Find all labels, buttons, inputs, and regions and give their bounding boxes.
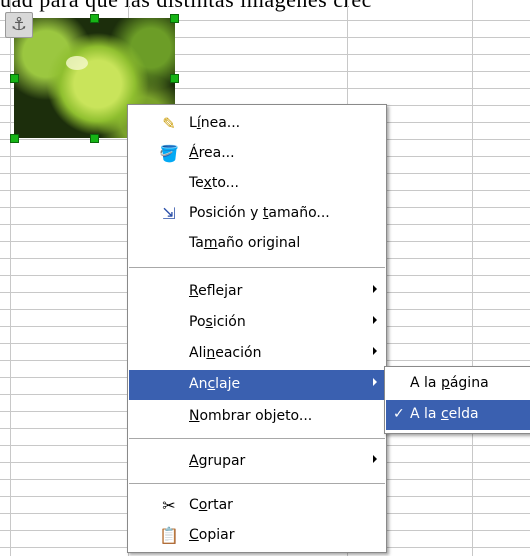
anchor-icon[interactable]: ⚓ bbox=[5, 12, 33, 38]
menu-item-label: Nombrar objeto... bbox=[189, 408, 313, 424]
menu-item-label: Tamaño original bbox=[189, 235, 301, 251]
submenu-item-a-la-pagina[interactable]: A la página bbox=[386, 369, 530, 399]
menu-item-label: Anclaje bbox=[189, 376, 241, 392]
position-size-icon: ⇲ bbox=[162, 204, 176, 223]
menu-item-posicion-tamano[interactable]: ⇲ Posición y tamaño... bbox=[129, 199, 385, 229]
menu-item-anclaje[interactable]: Anclaje bbox=[129, 370, 385, 400]
menu-item-nombrar-objeto[interactable]: Nombrar objeto... bbox=[129, 402, 385, 432]
resize-handle-top[interactable] bbox=[90, 14, 99, 23]
scissors-icon: ✂ bbox=[162, 496, 176, 515]
anchor-submenu: A la página ✓ A la celda bbox=[384, 366, 530, 434]
submenu-arrow-icon bbox=[373, 347, 377, 355]
submenu-arrow-icon bbox=[373, 316, 377, 324]
resize-handle-left[interactable] bbox=[10, 74, 19, 83]
resize-handle-top-right[interactable] bbox=[170, 14, 179, 23]
grid-line bbox=[10, 0, 11, 556]
menu-item-label: Reflejar bbox=[189, 283, 243, 299]
menu-item-reflejar[interactable]: Reflejar bbox=[129, 277, 385, 307]
grid-line bbox=[472, 0, 473, 556]
menu-item-agrupar[interactable]: Agrupar bbox=[129, 447, 385, 477]
submenu-item-a-la-celda[interactable]: ✓ A la celda bbox=[386, 400, 530, 430]
line-pen-icon: ✎ bbox=[162, 114, 176, 133]
menu-item-label: Área... bbox=[189, 145, 235, 161]
menu-item-label: Copiar bbox=[189, 527, 235, 543]
menu-item-label: Alineación bbox=[189, 345, 262, 361]
menu-item-linea[interactable]: ✎ Línea... bbox=[129, 109, 385, 139]
menu-item-texto[interactable]: Texto... bbox=[129, 169, 385, 199]
context-menu: ✎ Línea... 🪣 Área... Texto... ⇲ Posición… bbox=[127, 104, 387, 553]
resize-handle-bottom[interactable] bbox=[90, 134, 99, 143]
resize-handle-right[interactable] bbox=[170, 74, 179, 83]
menu-item-area[interactable]: 🪣 Área... bbox=[129, 139, 385, 169]
menu-item-label: Cortar bbox=[189, 497, 233, 513]
submenu-item-label: A la celda bbox=[410, 406, 479, 422]
menu-separator bbox=[129, 267, 385, 268]
menu-separator bbox=[129, 483, 385, 484]
menu-item-label: Texto... bbox=[189, 175, 240, 191]
copy-icon: 📋 bbox=[159, 526, 179, 545]
apple-highlight bbox=[66, 56, 88, 70]
submenu-item-label: A la página bbox=[410, 375, 489, 391]
menu-separator bbox=[129, 438, 385, 439]
check-icon: ✓ bbox=[393, 406, 405, 422]
menu-item-alineacion[interactable]: Alineación bbox=[129, 339, 385, 369]
menu-item-label: Agrupar bbox=[189, 453, 246, 469]
submenu-arrow-icon bbox=[373, 378, 377, 386]
paint-bucket-icon: 🪣 bbox=[159, 144, 179, 163]
menu-item-label: Posición bbox=[189, 314, 246, 330]
menu-item-tamano-original[interactable]: Tamaño original bbox=[129, 229, 385, 259]
submenu-arrow-icon bbox=[373, 285, 377, 293]
menu-item-copiar[interactable]: 📋 Copiar bbox=[129, 521, 385, 551]
submenu-arrow-icon bbox=[373, 455, 377, 463]
menu-item-label: Línea... bbox=[189, 115, 241, 131]
menu-item-posicion[interactable]: Posición bbox=[129, 308, 385, 338]
menu-item-cortar[interactable]: ✂ Cortar bbox=[129, 491, 385, 521]
resize-handle-bottom-left[interactable] bbox=[10, 134, 19, 143]
menu-item-label: Posición y tamaño... bbox=[189, 205, 330, 221]
